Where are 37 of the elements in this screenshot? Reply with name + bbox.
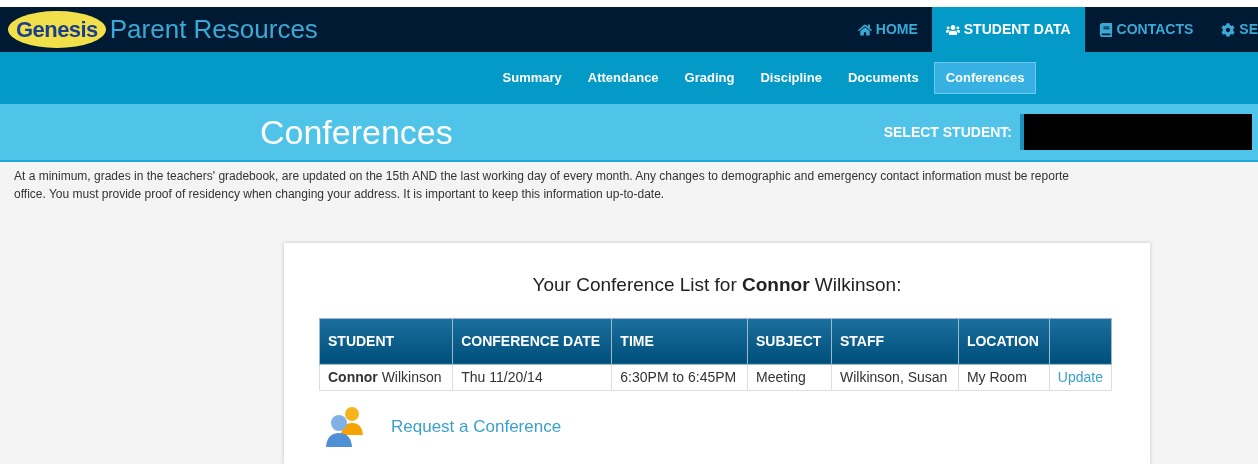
nav-tab[interactable]: SE bbox=[1207, 7, 1258, 52]
nav-tab[interactable]: CONTACTS bbox=[1084, 7, 1208, 52]
subnav-tab[interactable]: Summary bbox=[491, 63, 573, 93]
column-header: CONFERENCE DATE bbox=[452, 318, 612, 364]
select-student-label: SELECT STUDENT: bbox=[883, 122, 1012, 142]
notice-text: office. You must provide proof of residency when changing your address. It is important to keep this information up-to-date. bbox=[14, 186, 666, 203]
student-select-field[interactable] bbox=[1020, 114, 1252, 150]
card-heading: Your Conference List for Connor Wilkinson: bbox=[531, 273, 903, 297]
table-cell: Connor Wilkinson bbox=[319, 364, 453, 390]
column-header: STUDENT bbox=[319, 318, 453, 364]
subnav-tab[interactable]: Discipline bbox=[749, 63, 833, 93]
column-header: SUBJECT bbox=[747, 318, 832, 364]
table-cell: Wilkinson, Susan bbox=[831, 364, 959, 390]
notice-text: At a minimum, grades in the teachers' gradebook, are updated on the 15th AND the last working day of every month. Any changes to demographic and emergency contact information must be reporte bbox=[14, 168, 1070, 185]
page-title: Conferences bbox=[260, 111, 453, 153]
settings-icon bbox=[1221, 22, 1236, 37]
column-header: TIME bbox=[611, 318, 748, 364]
table-cell: My Room bbox=[958, 364, 1050, 390]
column-header: LOCATION bbox=[958, 318, 1050, 364]
site-title: Parent Resources bbox=[109, 13, 318, 46]
logo: Genesis bbox=[8, 11, 106, 48]
request-conference-link[interactable]: Request a Conference bbox=[391, 413, 562, 440]
column-header: STAFF bbox=[831, 318, 959, 364]
table-cell: 6:30PM to 6:45PM bbox=[611, 364, 748, 390]
subnav-tab[interactable]: Attendance bbox=[576, 63, 670, 93]
table-cell: Thu 11/20/14 bbox=[452, 364, 612, 390]
users-icon bbox=[945, 22, 960, 37]
table-cell: Meeting bbox=[747, 364, 832, 390]
nav-tab[interactable]: HOME bbox=[843, 7, 932, 52]
subnav-tab[interactable]: Documents bbox=[836, 63, 930, 93]
subnav-tab[interactable]: Conferences bbox=[933, 62, 1037, 94]
nav-tab[interactable]: STUDENT DATA bbox=[931, 7, 1085, 52]
home-icon bbox=[857, 22, 872, 37]
book-icon bbox=[1098, 22, 1113, 37]
people-icon bbox=[325, 404, 365, 449]
column-header bbox=[1049, 318, 1112, 364]
subnav-tab[interactable]: Grading bbox=[673, 63, 746, 93]
